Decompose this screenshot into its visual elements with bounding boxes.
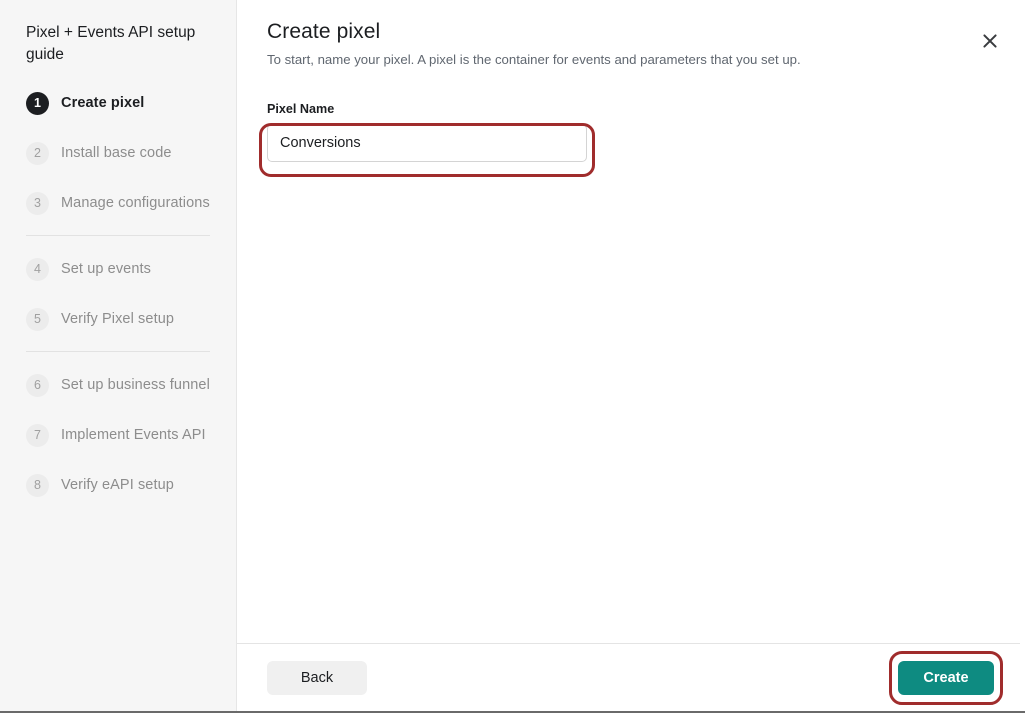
back-button[interactable]: Back	[267, 661, 367, 695]
close-button[interactable]	[976, 27, 1004, 55]
sidebar-step-1[interactable]: 1 Create pixel	[0, 84, 236, 122]
dialog-footer: Back Create	[237, 643, 1024, 711]
sidebar-step-4[interactable]: 4 Set up events	[0, 250, 236, 288]
close-icon	[982, 33, 998, 49]
step-number-badge: 1	[26, 92, 49, 115]
sidebar-step-6[interactable]: 6 Set up business funnel	[0, 366, 236, 404]
setup-guide-sidebar: Pixel + Events API setup guide 1 Create p…	[0, 0, 237, 711]
step-label: Set up business funnel	[61, 377, 210, 393]
step-label: Verify Pixel setup	[61, 311, 174, 327]
step-number-badge: 4	[26, 258, 49, 281]
step-number-badge: 5	[26, 308, 49, 331]
sidebar-step-3[interactable]: 3 Manage configurations	[0, 184, 236, 222]
page-title: Create pixel	[267, 20, 994, 44]
pixel-name-label: Pixel Name	[267, 102, 587, 116]
step-list: 1 Create pixel 2 Install base code 3 Manage c…	[0, 84, 236, 504]
step-number-badge: 2	[26, 142, 49, 165]
page-right-edge	[1020, 0, 1025, 713]
guide-title: Pixel + Events API setup guide	[0, 22, 236, 66]
main-body: Create pixel To start, name your pixel. …	[237, 0, 1024, 643]
pixel-setup-dialog: Pixel + Events API setup guide 1 Create p…	[0, 0, 1025, 713]
page-subtitle: To start, name your pixel. A pixel is th…	[267, 51, 994, 69]
main-panel: Create pixel To start, name your pixel. …	[237, 0, 1025, 711]
sidebar-step-2[interactable]: 2 Install base code	[0, 134, 236, 172]
create-button-wrapper: Create	[898, 661, 994, 695]
step-number-badge: 7	[26, 424, 49, 447]
create-button[interactable]: Create	[898, 661, 994, 695]
step-label: Verify eAPI setup	[61, 477, 174, 493]
pixel-name-field-group: Pixel Name	[267, 102, 587, 162]
step-number-badge: 8	[26, 474, 49, 497]
step-label: Implement Events API	[61, 427, 206, 443]
sidebar-divider	[26, 235, 210, 236]
step-label: Set up events	[61, 261, 151, 277]
sidebar-divider	[26, 351, 210, 352]
step-number-badge: 6	[26, 374, 49, 397]
sidebar-step-8[interactable]: 8 Verify eAPI setup	[0, 466, 236, 504]
sidebar-step-7[interactable]: 7 Implement Events API	[0, 416, 236, 454]
step-label: Install base code	[61, 145, 172, 161]
sidebar-step-5[interactable]: 5 Verify Pixel setup	[0, 300, 236, 338]
step-label: Create pixel	[61, 95, 144, 111]
step-label: Manage configurations	[61, 195, 210, 211]
pixel-name-input[interactable]	[267, 124, 587, 162]
step-number-badge: 3	[26, 192, 49, 215]
